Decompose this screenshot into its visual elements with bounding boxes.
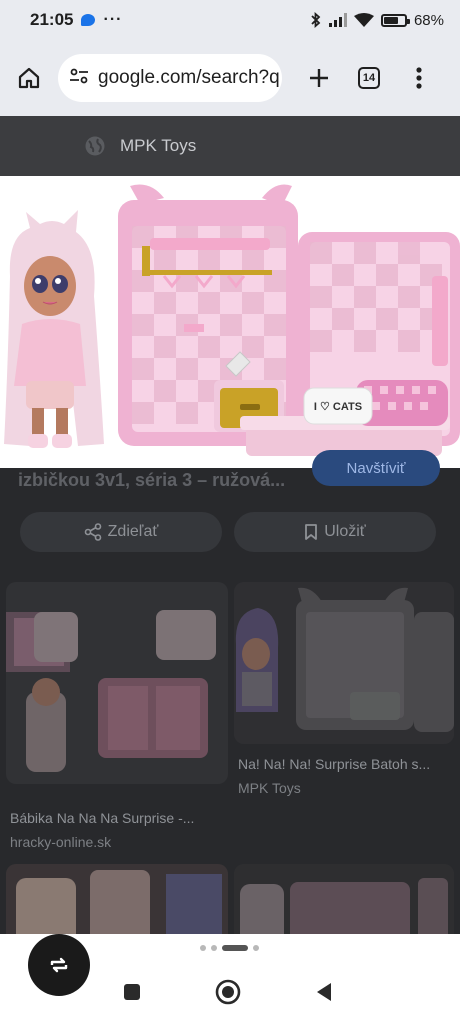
url-text: google.com/search?q	[98, 67, 280, 88]
pillow-text: I ♡ CATS	[314, 401, 362, 413]
plus-icon	[310, 69, 328, 87]
result-source-2: MPK Toys	[238, 780, 301, 796]
page-dot	[253, 945, 259, 951]
result-image-4[interactable]	[234, 864, 454, 934]
more-vert-icon	[416, 67, 422, 89]
repeat-icon	[50, 957, 68, 973]
more-notifications-icon: ···	[103, 11, 123, 28]
result-title: izbičkou 3v1, séria 3 – ružová...	[18, 470, 286, 490]
bookmark-icon	[305, 524, 318, 540]
globe-icon	[85, 136, 105, 156]
address-bar[interactable]: google.com/search?q	[58, 54, 282, 102]
battery-percent: 68%	[413, 11, 444, 29]
result-image-1[interactable]	[6, 582, 228, 784]
square-icon	[124, 984, 140, 1000]
result-title-2[interactable]: Na! Na! Na! Surprise Batoh s...	[238, 756, 430, 772]
triangle-back-icon	[317, 983, 331, 1001]
search-page: MPK Toys I ♡ CATS Navštíviť izbičkou 3v1…	[0, 116, 460, 934]
page-dot	[211, 945, 217, 951]
home-button[interactable]	[14, 63, 44, 93]
wifi-icon	[353, 12, 374, 28]
status-time: 21:05	[30, 10, 74, 29]
status-bar: 21:05 ··· 68%	[0, 0, 460, 40]
browser-toolbar: google.com/search?q 14	[0, 40, 460, 116]
recents-button[interactable]	[118, 978, 146, 1006]
source-bar[interactable]: MPK Toys	[0, 116, 460, 176]
circle-icon	[215, 979, 241, 1005]
tab-switcher-button[interactable]: 14	[354, 63, 384, 93]
page-dot-active	[222, 945, 248, 951]
product-image[interactable]: I ♡ CATS	[0, 176, 460, 468]
site-settings-icon[interactable]	[68, 65, 90, 92]
lens-switch-button[interactable]	[28, 934, 90, 996]
visit-button[interactable]: Navštíviť	[312, 450, 440, 486]
result-image-2[interactable]	[234, 582, 454, 744]
new-tab-button[interactable]	[304, 63, 334, 93]
result-source-1: hracky-online.sk	[10, 834, 112, 850]
result-image-3[interactable]	[6, 864, 228, 934]
message-notification-icon	[81, 14, 96, 26]
save-label: Uložiť	[324, 523, 366, 540]
menu-button[interactable]	[404, 63, 434, 93]
battery-icon	[380, 13, 410, 27]
tab-count: 14	[358, 67, 380, 89]
source-name: MPK Toys	[120, 136, 197, 155]
back-button[interactable]	[310, 978, 338, 1006]
page-indicator	[200, 945, 259, 951]
save-button[interactable]: Uložiť	[234, 512, 436, 552]
share-label: Zdieľať	[107, 523, 159, 540]
result-title-1[interactable]: Bábika Na Na Na Surprise -...	[10, 810, 194, 826]
home-nav-button[interactable]	[214, 978, 242, 1006]
signal-icon	[328, 13, 347, 27]
battery-level	[383, 16, 398, 24]
share-button[interactable]: Zdieľať	[20, 512, 222, 552]
page-dot	[200, 945, 206, 951]
share-icon	[84, 523, 101, 541]
bluetooth-icon	[310, 12, 322, 28]
home-icon	[18, 67, 40, 89]
